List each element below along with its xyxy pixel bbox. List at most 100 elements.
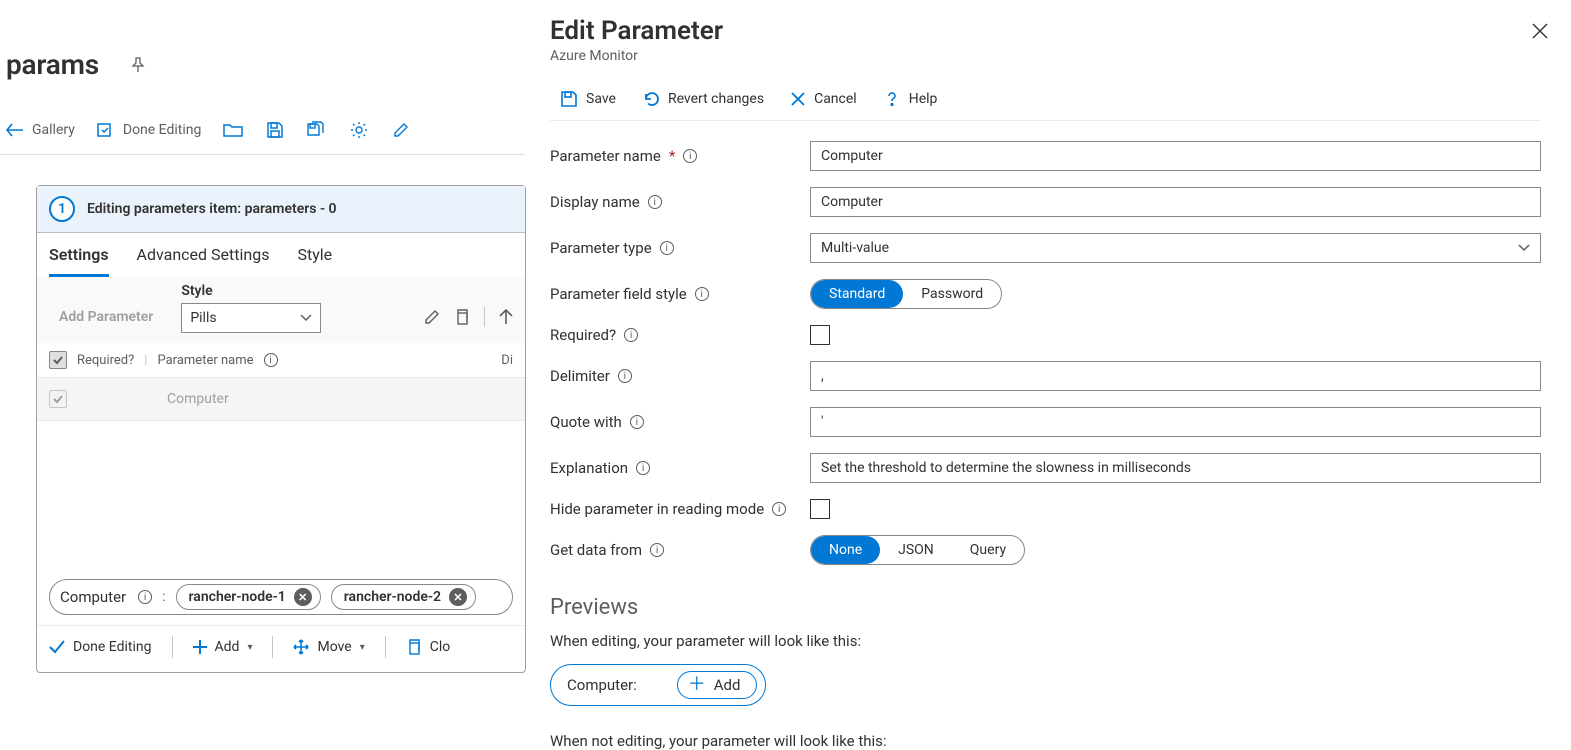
quote-with-label: Quote with bbox=[550, 413, 622, 431]
get-data-from-label: Get data from bbox=[550, 541, 642, 559]
undo-icon bbox=[642, 90, 660, 108]
info-icon[interactable]: i bbox=[636, 461, 650, 475]
panel-subtitle: Azure Monitor bbox=[550, 48, 1541, 64]
display-name-field[interactable] bbox=[810, 187, 1541, 217]
info-icon[interactable]: i bbox=[624, 328, 638, 342]
preview-pill[interactable]: Computer: ＋ Add bbox=[550, 664, 766, 706]
edit-icon[interactable] bbox=[391, 122, 411, 138]
gallery-label: Gallery bbox=[32, 122, 75, 138]
data-source-none[interactable]: None bbox=[811, 536, 880, 564]
pill-label: rancher-node-1 bbox=[189, 589, 286, 605]
info-icon[interactable]: i bbox=[772, 502, 786, 516]
col-divider: | bbox=[144, 353, 147, 368]
revert-button[interactable]: Revert changes bbox=[642, 90, 764, 108]
hide-parameter-checkbox[interactable] bbox=[810, 499, 830, 519]
field-style-segment: Standard Password bbox=[810, 279, 1002, 309]
page-title: params bbox=[6, 48, 99, 81]
clone-button[interactable]: Clo bbox=[406, 639, 451, 655]
field-style-standard[interactable]: Standard bbox=[811, 280, 903, 308]
data-source-query[interactable]: Query bbox=[952, 536, 1024, 564]
gallery-button[interactable]: Gallery bbox=[6, 122, 75, 138]
info-icon[interactable]: i bbox=[648, 195, 662, 209]
settings-icon[interactable] bbox=[349, 121, 369, 139]
done-editing-button[interactable]: Done Editing bbox=[49, 639, 152, 655]
done-editing-icon bbox=[97, 122, 115, 138]
tab-style[interactable]: Style bbox=[297, 245, 332, 277]
save-button[interactable]: Save bbox=[560, 90, 616, 108]
row-parameter-name: Computer bbox=[167, 391, 229, 407]
style-select[interactable]: Pills bbox=[181, 303, 321, 333]
info-icon[interactable]: i bbox=[683, 149, 697, 163]
cancel-button[interactable]: Cancel bbox=[790, 91, 857, 107]
open-icon[interactable] bbox=[223, 122, 243, 138]
required-label: Required? bbox=[550, 326, 616, 344]
close-icon[interactable] bbox=[1531, 22, 1549, 40]
required-indicator: * bbox=[669, 147, 675, 165]
filter-pill[interactable]: rancher-node-1 ✕ bbox=[176, 584, 321, 610]
col-extra: Di bbox=[501, 353, 513, 368]
divider bbox=[272, 636, 273, 658]
row-edit-icon[interactable] bbox=[424, 309, 440, 325]
preview-add-chip[interactable]: ＋ Add bbox=[677, 671, 758, 699]
chevron-down-icon: ▾ bbox=[247, 642, 252, 653]
select-all-checkbox[interactable] bbox=[49, 351, 67, 369]
move-button[interactable]: Move ▾ bbox=[293, 639, 364, 655]
required-checkbox[interactable] bbox=[810, 325, 830, 345]
data-source-json[interactable]: JSON bbox=[880, 536, 952, 564]
move-label: Move bbox=[317, 639, 351, 655]
info-icon[interactable]: i bbox=[650, 543, 664, 557]
parameters-card: 1 Editing parameters item: parameters - … bbox=[36, 185, 526, 673]
info-icon[interactable]: i bbox=[618, 369, 632, 383]
grid-header: Required? | Parameter name i Di bbox=[37, 343, 525, 378]
style-label: Style bbox=[181, 283, 321, 299]
row-checkbox[interactable] bbox=[49, 390, 67, 408]
panel-title: Edit Parameter bbox=[550, 16, 1541, 46]
preview-pill-label: Computer: bbox=[567, 676, 637, 694]
style-select-value: Pills bbox=[190, 310, 216, 326]
panel-toolbar: Save Revert changes Cancel Help bbox=[550, 82, 1541, 121]
parameter-type-value: Multi-value bbox=[821, 240, 889, 256]
filter-label: Computer bbox=[60, 588, 128, 606]
preview-add-label: Add bbox=[714, 676, 741, 694]
pin-icon[interactable] bbox=[129, 56, 147, 74]
parameter-type-select[interactable]: Multi-value bbox=[810, 233, 1541, 263]
remove-icon[interactable]: ✕ bbox=[449, 588, 467, 606]
previews-heading: Previews bbox=[550, 595, 1541, 620]
help-label: Help bbox=[909, 91, 938, 107]
delimiter-field[interactable] bbox=[810, 361, 1541, 391]
filter-pill-row[interactable]: Computer i : rancher-node-1 ✕ rancher-no… bbox=[49, 579, 513, 615]
info-icon[interactable]: i bbox=[264, 353, 278, 367]
arrow-left-icon bbox=[6, 123, 24, 137]
explanation-field[interactable] bbox=[810, 453, 1541, 483]
col-parameter-name: Parameter name bbox=[157, 353, 253, 368]
done-editing-label: Done Editing bbox=[123, 122, 202, 138]
filter-pill[interactable]: rancher-node-2 ✕ bbox=[331, 584, 476, 610]
info-icon[interactable]: i bbox=[138, 590, 152, 604]
info-icon[interactable]: i bbox=[630, 415, 644, 429]
done-editing-button[interactable]: Done Editing bbox=[97, 122, 202, 138]
parameter-name-field[interactable] bbox=[810, 141, 1541, 171]
add-parameter-button[interactable]: Add Parameter bbox=[49, 303, 163, 331]
tab-advanced-settings[interactable]: Advanced Settings bbox=[137, 245, 270, 277]
revert-label: Revert changes bbox=[668, 91, 764, 107]
remove-icon[interactable]: ✕ bbox=[294, 588, 312, 606]
pill-label: rancher-node-2 bbox=[344, 589, 441, 605]
row-copy-icon[interactable] bbox=[454, 309, 470, 325]
quote-with-field[interactable] bbox=[810, 407, 1541, 437]
delimiter-label: Delimiter bbox=[550, 367, 610, 385]
table-row[interactable]: Computer bbox=[37, 378, 525, 421]
tab-settings[interactable]: Settings bbox=[49, 245, 109, 277]
info-icon[interactable]: i bbox=[695, 287, 709, 301]
arrow-up-icon[interactable] bbox=[499, 309, 513, 325]
chevron-down-icon bbox=[300, 314, 312, 322]
card-tabs: Settings Advanced Settings Style bbox=[37, 233, 525, 277]
card-header: 1 Editing parameters item: parameters - … bbox=[37, 186, 525, 233]
info-icon[interactable]: i bbox=[660, 241, 674, 255]
save-as-icon[interactable] bbox=[307, 121, 327, 139]
add-button[interactable]: Add ▾ bbox=[193, 639, 253, 655]
save-icon[interactable] bbox=[265, 121, 285, 139]
clone-label: Clo bbox=[430, 639, 451, 655]
field-style-password[interactable]: Password bbox=[903, 280, 1001, 308]
plus-icon: ＋ bbox=[688, 676, 706, 694]
help-button[interactable]: Help bbox=[883, 90, 938, 108]
